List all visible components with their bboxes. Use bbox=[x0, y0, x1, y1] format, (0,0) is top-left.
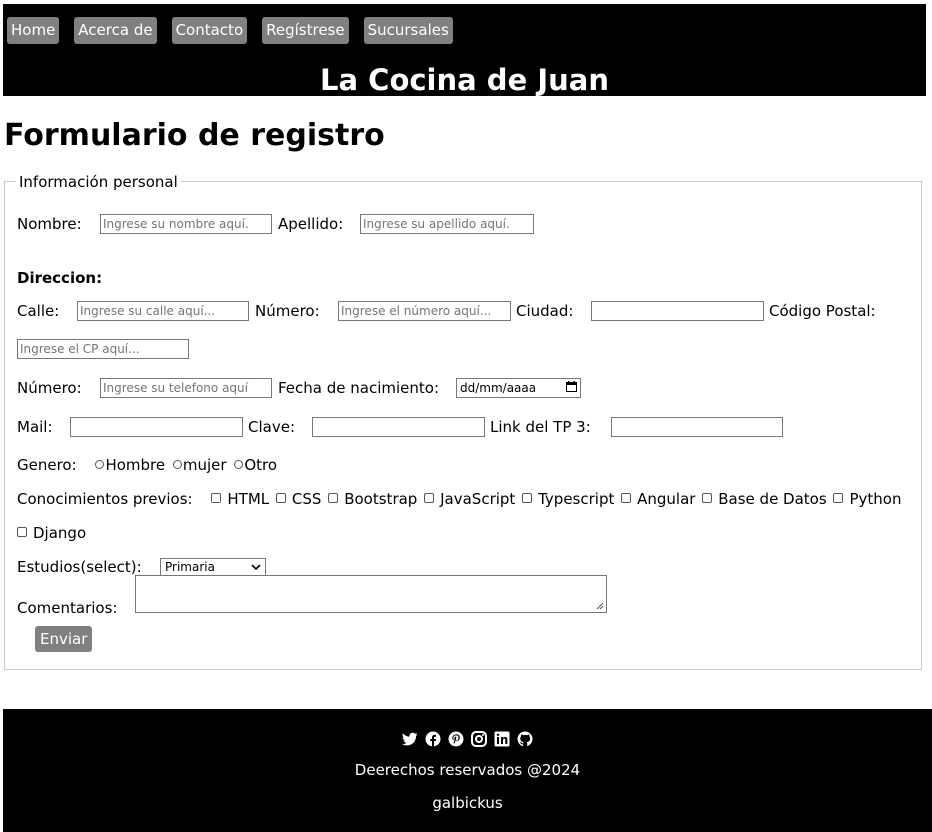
nav-contact[interactable]: Contacto bbox=[171, 17, 248, 44]
checkbox-css[interactable]: CSS bbox=[275, 490, 321, 508]
codigo-postal-input[interactable] bbox=[17, 339, 189, 359]
resize-handle-icon[interactable] bbox=[596, 602, 604, 610]
nav-home[interactable]: Home bbox=[7, 17, 60, 44]
fecha-value: dd/mm/aaaa bbox=[460, 381, 537, 395]
radio-otro[interactable]: Otro bbox=[234, 456, 277, 474]
nav-branches[interactable]: Sucursales bbox=[363, 17, 453, 44]
fecha-nacimiento-input[interactable]: dd/mm/aaaa bbox=[456, 378, 581, 398]
site-footer: Deerechos reservados @2024 galbickus bbox=[3, 709, 932, 832]
nombre-label: Nombre: bbox=[17, 215, 82, 233]
estudios-value: Primaria bbox=[165, 560, 215, 574]
ciudad-input[interactable] bbox=[591, 301, 764, 321]
fecha-nacimiento-label: Fecha de nacimiento: bbox=[278, 379, 440, 397]
checkbox-base-de-datos[interactable]: Base de Datos bbox=[702, 490, 827, 508]
clave-label: Clave: bbox=[248, 418, 295, 436]
social-links bbox=[3, 728, 932, 747]
nombre-input[interactable] bbox=[100, 214, 272, 234]
genero-label: Genero: bbox=[17, 456, 77, 474]
estudios-select[interactable]: Primaria bbox=[160, 558, 266, 576]
direccion-heading: Direccion: bbox=[17, 269, 103, 287]
facebook-icon[interactable] bbox=[425, 731, 441, 747]
conocimientos-label: Conocimientos previos: bbox=[17, 490, 193, 508]
codigo-postal-label: Código Postal: bbox=[769, 302, 876, 320]
ciudad-label: Ciudad: bbox=[516, 302, 574, 320]
link-tp3-label: Link del TP 3: bbox=[490, 418, 591, 436]
calendar-icon[interactable] bbox=[566, 379, 577, 397]
linkedin-icon[interactable] bbox=[494, 731, 510, 747]
footer-author: galbickus bbox=[432, 794, 503, 812]
checkbox-javascript[interactable]: JavaScript bbox=[424, 490, 515, 508]
fieldset-legend: Información personal bbox=[16, 172, 181, 192]
calle-label: Calle: bbox=[17, 302, 60, 320]
checkbox-python[interactable]: Python bbox=[833, 490, 901, 508]
genero-row: Genero: Hombre mujer Otro bbox=[17, 455, 277, 475]
numero-label: Número: bbox=[255, 302, 320, 320]
nav-about[interactable]: Acerca de bbox=[74, 17, 157, 44]
submit-button[interactable]: Enviar bbox=[35, 626, 93, 652]
site-title: La Cocina de Juan bbox=[320, 63, 609, 97]
apellido-input[interactable] bbox=[360, 214, 534, 234]
checkbox-bootstrap[interactable]: Bootstrap bbox=[328, 490, 417, 508]
checkbox-typescript[interactable]: Typescript bbox=[522, 490, 614, 508]
checkbox-angular[interactable]: Angular bbox=[621, 490, 695, 508]
checkbox-django[interactable]: Django bbox=[17, 523, 86, 543]
nav-register[interactable]: Regístrese bbox=[262, 17, 349, 44]
link-tp3-input[interactable] bbox=[611, 417, 783, 437]
github-icon[interactable] bbox=[517, 731, 533, 747]
calle-input[interactable] bbox=[77, 301, 249, 321]
personal-info-fieldset: Información personal Nombre: Apellido: D… bbox=[4, 172, 922, 670]
numero-input[interactable] bbox=[338, 301, 511, 321]
estudios-label: Estudios(select): bbox=[17, 558, 142, 576]
pinterest-icon[interactable] bbox=[448, 731, 464, 747]
chevron-down-icon bbox=[251, 559, 261, 575]
main-nav: Home Acerca de Contacto Regístrese Sucur… bbox=[7, 17, 468, 44]
radio-hombre[interactable]: Hombre bbox=[95, 456, 165, 474]
footer-rights: Deerechos reservados @2024 bbox=[354, 761, 581, 779]
clave-input[interactable] bbox=[312, 417, 485, 437]
mail-input[interactable] bbox=[70, 417, 243, 437]
twitter-icon[interactable] bbox=[401, 731, 418, 747]
instagram-icon[interactable] bbox=[471, 730, 488, 747]
telefono-label: Número: bbox=[17, 379, 82, 397]
mail-label: Mail: bbox=[17, 418, 53, 436]
comentarios-label: Comentarios: bbox=[17, 599, 118, 617]
comentarios-textarea[interactable] bbox=[135, 575, 607, 613]
checkbox-html[interactable]: HTML bbox=[211, 490, 269, 508]
telefono-input[interactable] bbox=[100, 378, 272, 398]
conocimientos-row: Conocimientos previos: HTML CSS Bootstra… bbox=[17, 489, 901, 509]
apellido-label: Apellido: bbox=[278, 215, 344, 233]
radio-mujer[interactable]: mujer bbox=[172, 456, 227, 474]
site-header: Home Acerca de Contacto Regístrese Sucur… bbox=[3, 4, 926, 97]
page-title: Formulario de registro bbox=[4, 118, 385, 153]
